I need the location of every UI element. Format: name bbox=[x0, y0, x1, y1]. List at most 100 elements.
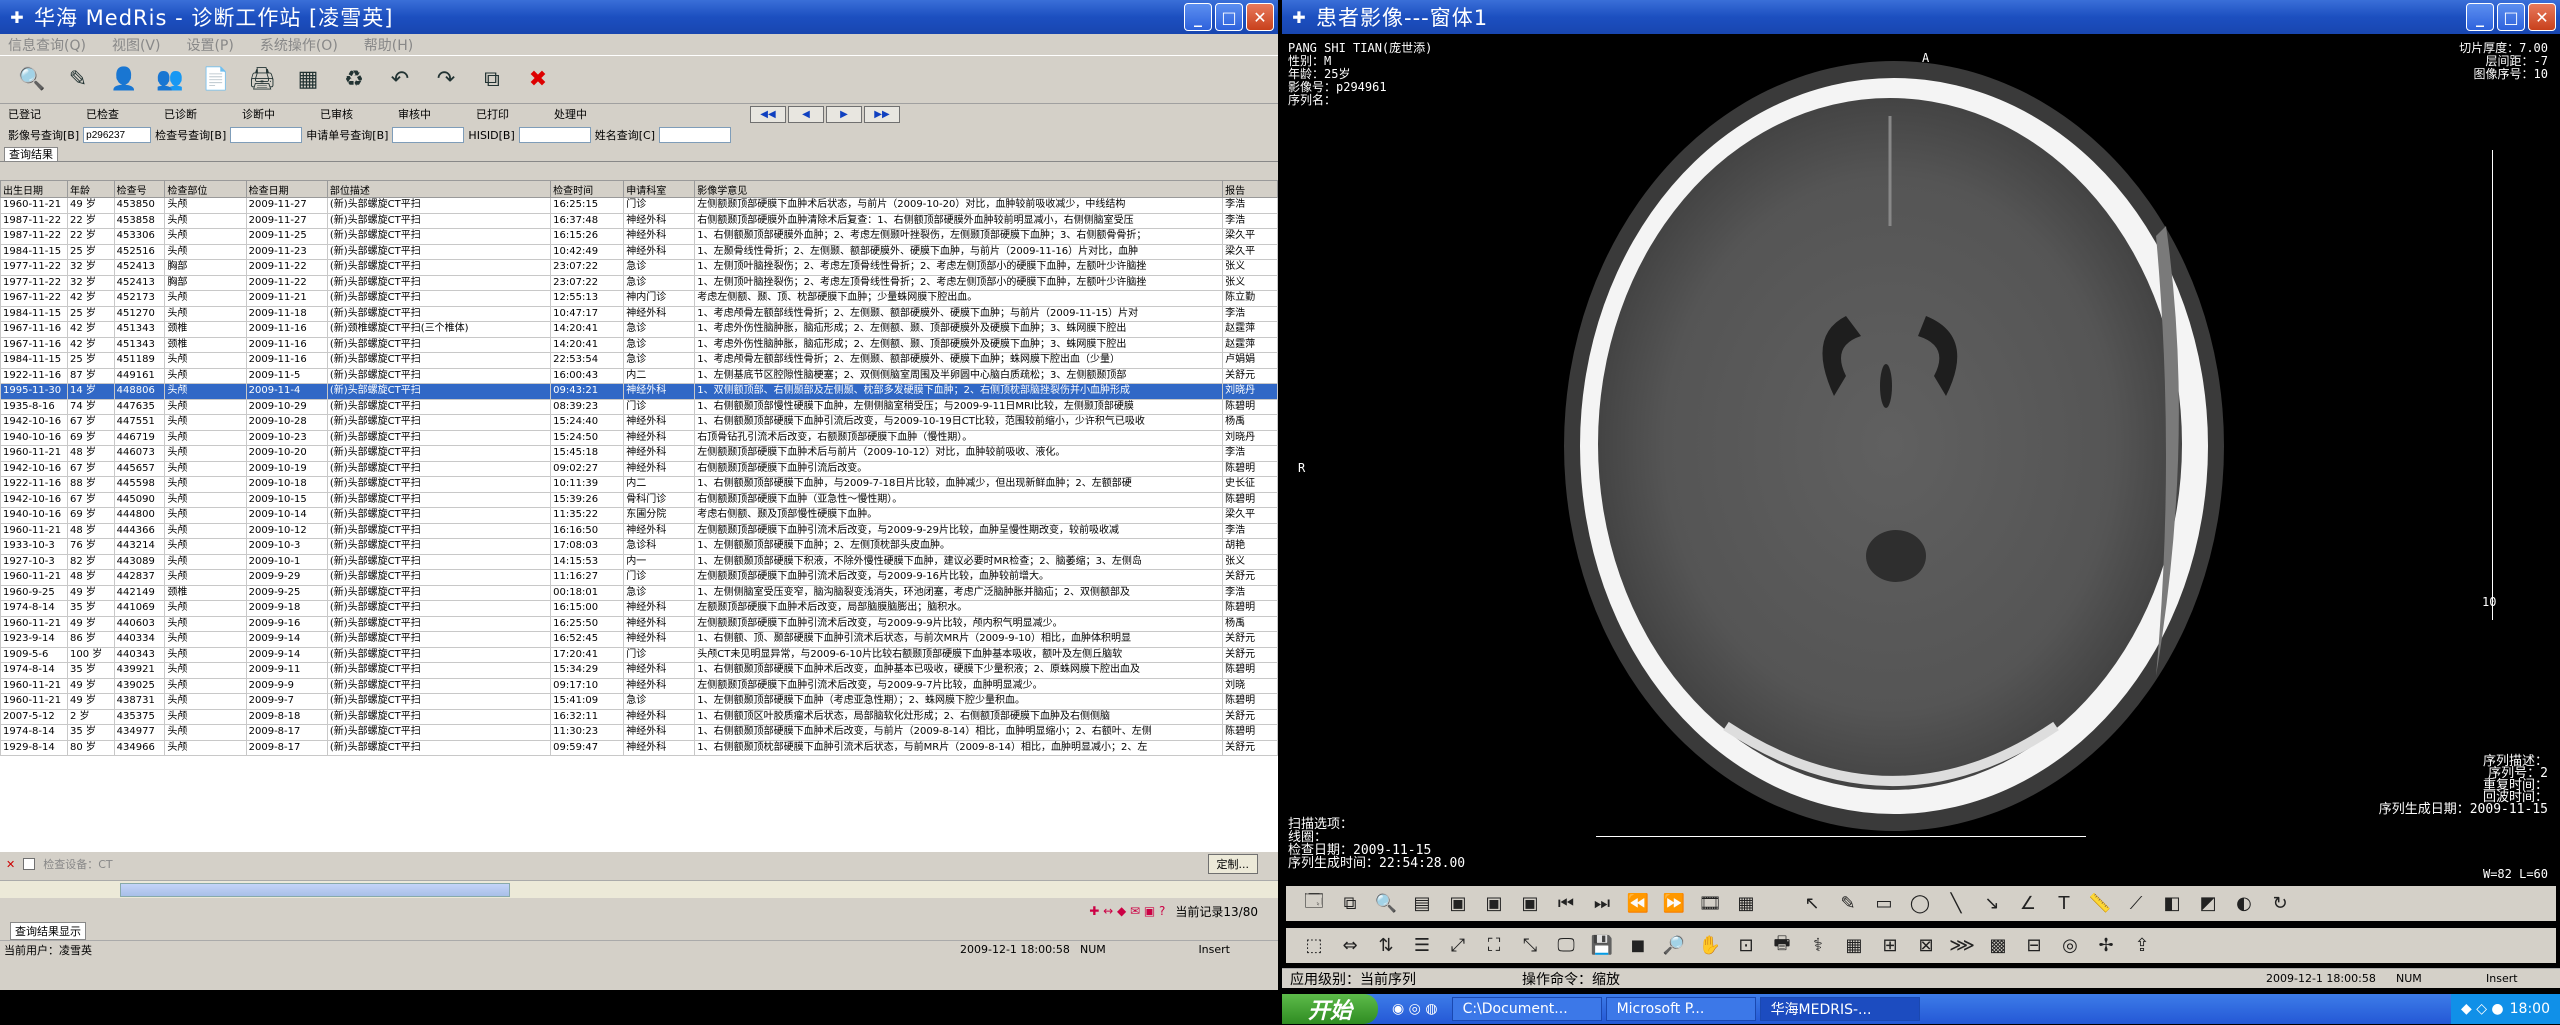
table-row[interactable]: 1940-10-16 69 岁 444800 头颅 2009-10-14 (新)头部螺旋C… bbox=[0, 507, 1278, 524]
magnify-icon[interactable]: 🔍 bbox=[1370, 889, 1402, 919]
rectangle-icon[interactable]: ▭ bbox=[1868, 889, 1900, 919]
column-header[interactable]: 部位描述 bbox=[326, 180, 552, 198]
table-row[interactable]: 1984-11-15 25 岁 451189 头颅 2009-11-16 (新)头部螺旋C… bbox=[0, 352, 1278, 369]
stack-icon[interactable]: ☰ bbox=[1406, 931, 1438, 961]
customize-button[interactable]: 定制... bbox=[1207, 854, 1258, 874]
text-icon[interactable]: T bbox=[2048, 889, 2080, 919]
ct-recon-icon[interactable]: ⊟ bbox=[2018, 931, 2050, 961]
refresh-icon[interactable]: ♻ bbox=[336, 62, 372, 98]
tab-query-results[interactable]: 查询结果 bbox=[4, 147, 58, 161]
reset-icon[interactable]: ↻ bbox=[2264, 889, 2296, 919]
maximize-button[interactable]: □ bbox=[1215, 3, 1243, 31]
table-row[interactable]: 1974-8-14 35 岁 441069 头颅 2009-9-18 (新)头部螺旋CT平… bbox=[0, 600, 1278, 617]
hu-icon[interactable]: ⚕ bbox=[1802, 931, 1834, 961]
table-row[interactable]: 1942-10-16 67 岁 445657 头颅 2009-10-19 (新)头部螺旋C… bbox=[0, 460, 1278, 477]
exit-icon[interactable]: ✖ bbox=[520, 62, 556, 98]
fit-icon[interactable]: ⤢ bbox=[1442, 931, 1474, 961]
save-icon[interactable]: 💾 bbox=[1586, 931, 1618, 961]
table-row[interactable]: 1942-10-16 67 岁 445090 头颅 2009-10-15 (新)头部螺旋C… bbox=[0, 491, 1278, 508]
patient-icon[interactable]: 👤 bbox=[106, 62, 142, 98]
start-button[interactable]: 开始 bbox=[1282, 994, 1378, 1024]
rotate-icon[interactable]: ◐ bbox=[2228, 889, 2260, 919]
filter-reviewing[interactable]: 审核中 bbox=[398, 106, 476, 122]
table-row[interactable]: 1977-11-22 32 岁 452413 胸部 2009-11-22 (新)头部螺旋C… bbox=[0, 259, 1278, 276]
invert-icon[interactable]: ◩ bbox=[2192, 889, 2224, 919]
menu-query[interactable]: 信息查询(Q) bbox=[8, 35, 86, 55]
table-row[interactable]: 1960-11-21 49 岁 453850 头颅 2009-11-27 (新)头部螺旋C… bbox=[0, 197, 1278, 214]
table-row[interactable]: 1967-11-22 42 岁 452173 头颅 2009-11-21 (新)头部螺旋C… bbox=[0, 290, 1278, 307]
next-record-button[interactable]: ▶ bbox=[826, 105, 862, 123]
filter-checkbox[interactable] bbox=[23, 858, 36, 870]
viewer-close-button[interactable]: ✕ bbox=[2528, 3, 2556, 31]
table-row[interactable]: 1967-11-16 42 岁 451343 颈椎 2009-11-16 (新)颈椎螺旋C… bbox=[0, 321, 1278, 338]
next-series-icon[interactable]: ⏩ bbox=[1658, 889, 1690, 919]
localizer-icon[interactable]: ◎ bbox=[2054, 931, 2086, 961]
cine-icon[interactable]: ⋙ bbox=[1946, 931, 1978, 961]
menu-system[interactable]: 系统操作(O) bbox=[260, 35, 338, 55]
hisid-input[interactable] bbox=[518, 127, 591, 143]
tab-results-display[interactable]: 查询结果显示 bbox=[10, 922, 86, 940]
pen-icon[interactable]: ✎ bbox=[1832, 889, 1864, 919]
table-row[interactable]: 1977-11-22 32 岁 452413 胸部 2009-11-22 (新)头部螺旋C… bbox=[0, 274, 1278, 291]
mpr-icon[interactable]: ⊞ bbox=[1874, 931, 1906, 961]
layout-icon[interactable]: ▤ bbox=[1406, 889, 1438, 919]
menu-help[interactable]: 帮助(H) bbox=[364, 35, 413, 55]
taskbar-item-medris[interactable]: 华海MEDRIS-... bbox=[1759, 997, 1920, 1021]
pan-icon[interactable]: ✋ bbox=[1694, 931, 1726, 961]
prev-series-icon[interactable]: ⏪ bbox=[1622, 889, 1654, 919]
table-row[interactable]: 1922-11-16 88 岁 445598 头颅 2009-10-18 (新)头部螺旋C… bbox=[0, 476, 1278, 493]
table-row[interactable]: 2007-5-12 2 岁 435375 头颅 2009-8-18 (新)头部螺旋CT平扫… bbox=[0, 708, 1278, 725]
arrow-icon[interactable]: ↘ bbox=[1976, 889, 2008, 919]
column-header[interactable]: 影像学意见 bbox=[694, 180, 1224, 198]
table-row[interactable]: 1935-8-16 74 岁 447635 头颅 2009-10-29 (新)头部螺旋CT… bbox=[0, 398, 1278, 415]
table-row[interactable]: 1929-8-14 80 岁 434966 头颅 2009-8-17 (新)头部螺旋CT平… bbox=[0, 739, 1278, 756]
table-row[interactable]: 1960-11-21 49 岁 440603 头颅 2009-9-16 (新)头部螺旋CT… bbox=[0, 615, 1278, 632]
edit-icon[interactable]: ✎ bbox=[60, 62, 96, 98]
prev-record-button[interactable]: ◀ bbox=[788, 105, 824, 123]
table-row[interactable]: 1974-8-14 35 岁 434977 头颅 2009-8-17 (新)头部螺旋CT平… bbox=[0, 724, 1278, 741]
filter-processing[interactable]: 处理中 bbox=[554, 106, 632, 122]
filter-printed[interactable]: 已打印 bbox=[476, 106, 554, 122]
column-header[interactable]: 报告 bbox=[1222, 180, 1278, 198]
column-header[interactable]: 检查部位 bbox=[164, 180, 247, 198]
screen-icon[interactable]: 🖵 bbox=[1550, 931, 1582, 961]
table-row[interactable]: 1927-10-3 82 岁 443089 头颅 2009-10-1 (新)头部螺旋CT平… bbox=[0, 553, 1278, 570]
last-record-button[interactable]: ▶▶ bbox=[864, 105, 900, 123]
undo-icon[interactable]: ↶ bbox=[382, 62, 418, 98]
table-row[interactable]: 1974-8-14 35 岁 439921 头颅 2009-9-11 (新)头部螺旋CT平… bbox=[0, 662, 1278, 679]
table-row[interactable]: 1942-10-16 67 岁 447551 头颅 2009-10-28 (新)头部螺旋C… bbox=[0, 414, 1278, 431]
left-titlebar[interactable]: ✚ 华海 MedRis - 诊断工作站 [凌雪英] _ □ ✕ bbox=[0, 0, 1278, 34]
table-row[interactable]: 1960-11-21 48 岁 446073 头颅 2009-10-20 (新)头部螺旋C… bbox=[0, 445, 1278, 462]
table-row[interactable]: 1933-10-3 76 岁 443214 头颅 2009-10-3 (新)头部螺旋CT平… bbox=[0, 538, 1278, 555]
close-button[interactable]: ✕ bbox=[1246, 3, 1274, 31]
ser-icon[interactable]: ▣ bbox=[1478, 889, 1510, 919]
redo-icon[interactable]: ↷ bbox=[428, 62, 464, 98]
print-icon[interactable]: 🖨 bbox=[244, 62, 280, 98]
quicklaunch-icons[interactable]: ◉ ◎ ◍ bbox=[1382, 997, 1448, 1021]
export-icon[interactable]: ⇪ bbox=[2126, 931, 2158, 961]
table-row[interactable]: 1984-11-15 25 岁 452516 头颅 2009-11-23 (新)头部螺旋C… bbox=[0, 243, 1278, 260]
clear-filter-icon[interactable]: ✕ bbox=[6, 858, 15, 871]
cross-ref-icon[interactable]: ✢ bbox=[2090, 931, 2122, 961]
filter-reviewed[interactable]: 已审核 bbox=[320, 106, 398, 122]
tray-icons[interactable]: ◆ ◇ ● bbox=[2461, 1001, 2504, 1017]
copy-icon[interactable]: ⧉ bbox=[474, 62, 510, 98]
compare-icon[interactable]: ⧉ bbox=[1334, 889, 1366, 919]
print-film-icon[interactable]: 🖶 bbox=[1766, 931, 1798, 961]
ruler-icon[interactable]: 📏 bbox=[2084, 889, 2116, 919]
right-titlebar[interactable]: ✚ 患者影像---窗体1 _ □ ✕ bbox=[1282, 0, 2560, 34]
table-row[interactable]: 1995-11-30 14 岁 448806 头颅 2009-11-4 (新)头部螺旋CT… bbox=[0, 383, 1278, 400]
column-header[interactable]: 检查号 bbox=[113, 180, 166, 198]
zoom-icon[interactable]: 🔎 bbox=[1658, 931, 1690, 961]
scroll-thumb[interactable] bbox=[120, 883, 510, 897]
taskbar-item-powerpoint[interactable]: Microsoft P... bbox=[1605, 997, 1756, 1021]
ellipse-icon[interactable]: ◯ bbox=[1904, 889, 1936, 919]
column-header[interactable]: 检查时间 bbox=[550, 180, 625, 198]
taskbar-item-explorer[interactable]: C:\Document... bbox=[1451, 997, 1602, 1021]
pointer-icon[interactable]: ↖ bbox=[1796, 889, 1828, 919]
img-icon[interactable]: ▣ bbox=[1442, 889, 1474, 919]
filmstrip-icon[interactable]: ▩ bbox=[1982, 931, 2014, 961]
table-row[interactable]: 1923-9-14 86 岁 440334 头颅 2009-9-14 (新)头部螺旋CT平… bbox=[0, 631, 1278, 648]
line-icon[interactable]: ╲ bbox=[1940, 889, 1972, 919]
next-image-icon[interactable]: ⏭ bbox=[1586, 889, 1618, 919]
